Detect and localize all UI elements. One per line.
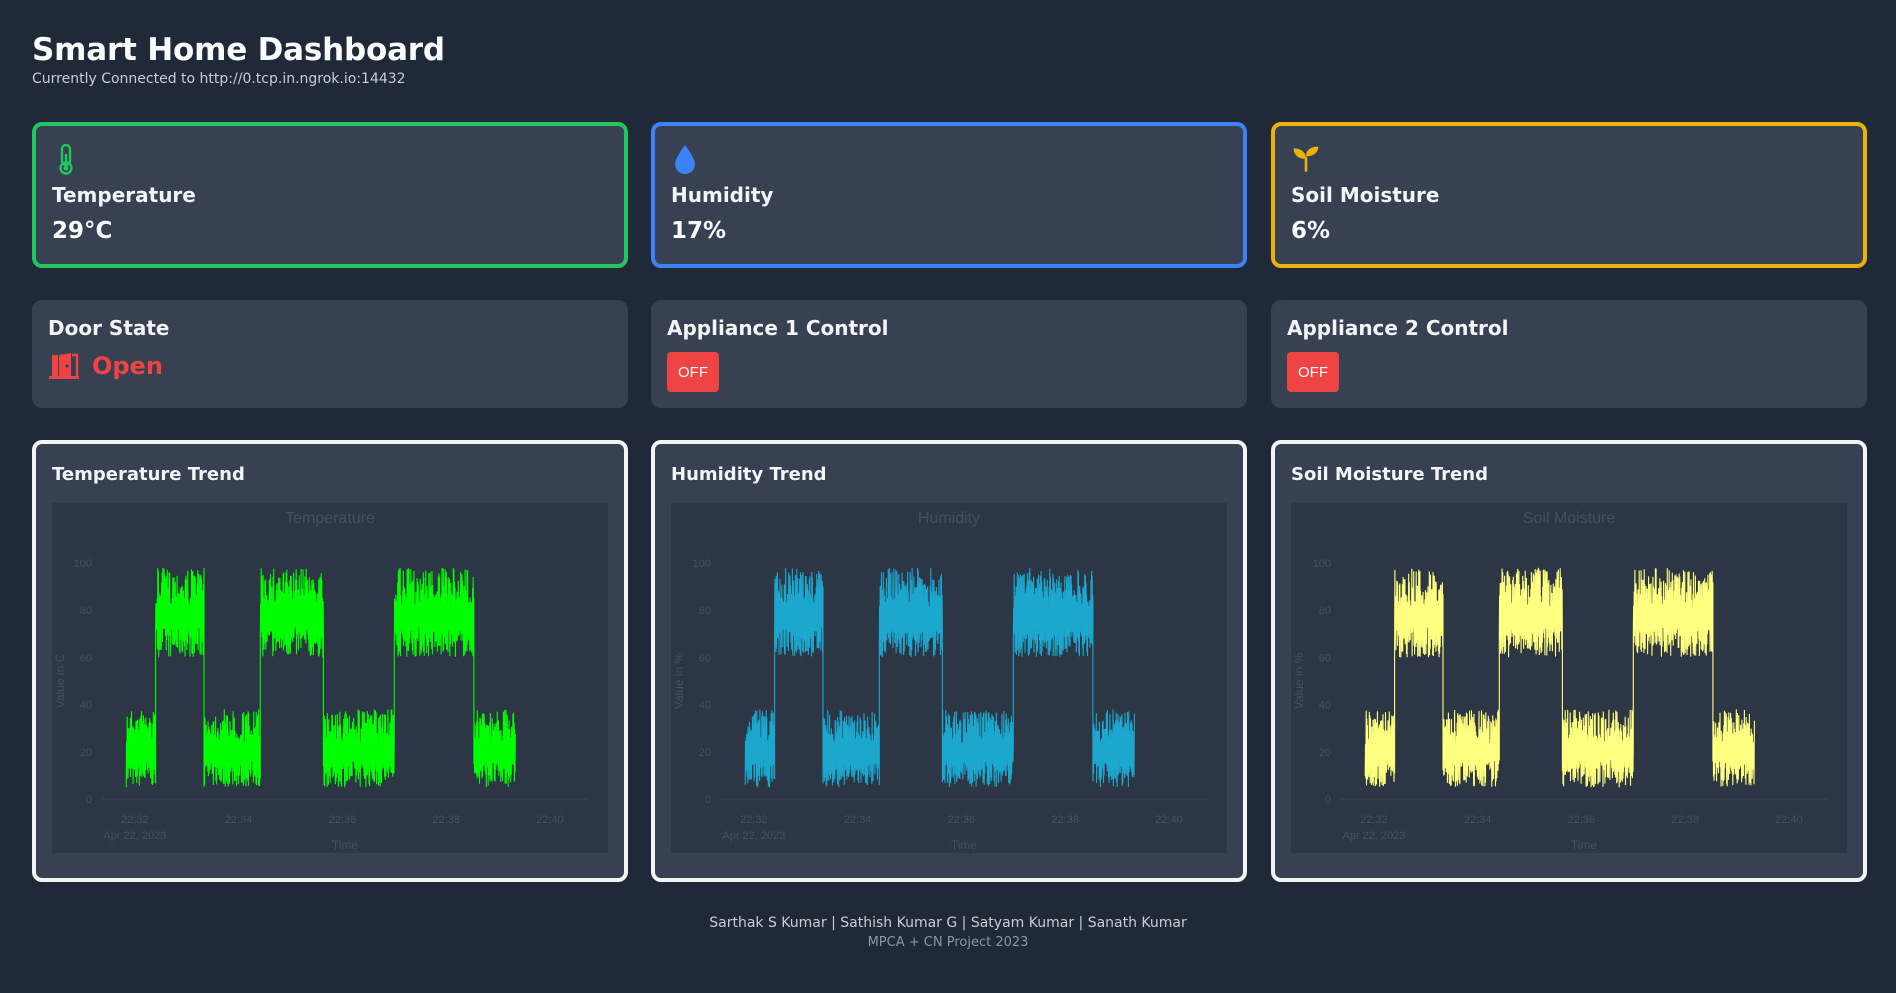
door-state-card: Door State Open [32, 300, 628, 408]
appliance-1-card: Appliance 1 Control OFF [651, 300, 1247, 408]
door-state-value: Open [92, 352, 163, 380]
y-tick-label: 40 [80, 700, 92, 712]
temperature-trend-card: Temperature Trend Temperature 0 20 40 60 80 10… [32, 440, 628, 882]
soil-moisture-value: 6% [1291, 218, 1331, 244]
footer: Sarthak S Kumar | Sathish Kumar G | Saty… [0, 913, 1896, 953]
y-tick-label: 0 [86, 794, 92, 806]
soil-moisture-chart: Soil Moisture 0 20 40 60 80 100 Value in % 22:32… [1292, 510, 1827, 852]
x-tick-label: 22:36 [948, 814, 976, 826]
y-tick-label: 60 [80, 652, 92, 664]
x-axis-label: Time [951, 838, 978, 852]
y-tick-label: 20 [699, 747, 711, 759]
x-tick-label: 22:38 [432, 814, 460, 826]
footer-authors: Sarthak S Kumar | Sathish Kumar G | Saty… [709, 915, 1187, 931]
y-tick-label: 0 [1325, 794, 1331, 806]
door-state-label: Door State [48, 316, 170, 340]
x-tick-label: 22:34 [1464, 814, 1492, 826]
temperature-chart: Temperature 0 20 40 60 80 100 Value in C 22:32 Ap… [53, 510, 588, 852]
humidity-card: Humidity 17% [651, 122, 1247, 268]
x-tick-label: 22:34 [844, 814, 872, 826]
header: Smart Home Dashboard Currently Connected… [32, 30, 445, 88]
appliance-1-label: Appliance 1 Control [667, 316, 889, 340]
x-tick-date: Apr 22, 2023 [103, 830, 166, 842]
x-tick-label: 22:40 [536, 814, 564, 826]
y-tick-label: 80 [80, 605, 92, 617]
series-line [744, 567, 1135, 788]
thermometer-icon [59, 143, 73, 175]
y-axis-label: Value in % [672, 652, 686, 709]
x-tick-label: 22:40 [1775, 814, 1803, 826]
x-tick-label: 22:34 [225, 814, 253, 826]
y-tick-label: 100 [693, 558, 711, 570]
seedling-icon [1293, 146, 1319, 172]
y-tick-label: 100 [1313, 558, 1331, 570]
x-axis-label: Time [332, 838, 359, 852]
y-tick-label: 20 [80, 747, 92, 759]
door-open-icon [49, 353, 79, 379]
temperature-label: Temperature [52, 183, 196, 207]
appliance-1-toggle-button[interactable]: OFF [667, 352, 719, 392]
x-tick-label: 22:38 [1671, 814, 1699, 826]
page-title: Smart Home Dashboard [32, 32, 445, 68]
y-tick-label: 60 [699, 652, 711, 664]
x-tick-label: 22:32 [1360, 814, 1388, 826]
y-tick-label: 20 [1319, 747, 1331, 759]
humidity-trend-label: Humidity Trend [671, 464, 827, 485]
humidity-trend-card: Humidity Trend Humidity 0 20 40 60 80 100 Value… [651, 440, 1247, 882]
chart-title: Humidity [918, 510, 980, 527]
series-line [1364, 567, 1755, 788]
soil-moisture-card: Soil Moisture 6% [1271, 122, 1867, 268]
x-axis-label: Time [1571, 838, 1598, 852]
x-tick-label: 22:36 [329, 814, 357, 826]
temperature-trend-label: Temperature Trend [52, 464, 245, 485]
x-tick-label: 22:32 [740, 814, 768, 826]
appliance-2-card: Appliance 2 Control OFF [1271, 300, 1867, 408]
y-tick-label: 60 [1319, 652, 1331, 664]
footer-project: MPCA + CN Project 2023 [867, 935, 1029, 950]
x-tick-label: 22:36 [1568, 814, 1596, 826]
soil-moisture-label: Soil Moisture [1291, 183, 1440, 207]
humidity-chart: Humidity 0 20 40 60 80 100 Value in % 22:32 Apr 2… [672, 510, 1207, 852]
appliance-2-label: Appliance 2 Control [1287, 316, 1509, 340]
temperature-value: 29°C [52, 218, 113, 244]
droplet-icon [675, 145, 695, 174]
connection-status: Currently Connected to http://0.tcp.in.n… [32, 71, 406, 87]
y-axis-label: Value in % [1292, 652, 1306, 709]
x-tick-label: 22:32 [121, 814, 149, 826]
humidity-value: 17% [671, 218, 727, 244]
appliance-2-toggle-button[interactable]: OFF [1287, 352, 1339, 392]
humidity-label: Humidity [671, 183, 774, 207]
y-tick-label: 40 [1319, 700, 1331, 712]
y-tick-label: 80 [699, 605, 711, 617]
chart-title: Soil Moisture [1523, 510, 1616, 527]
soil-moisture-trend-label: Soil Moisture Trend [1291, 464, 1488, 485]
x-tick-date: Apr 22, 2023 [1342, 830, 1405, 842]
chart-title: Temperature [285, 510, 375, 527]
y-axis-label: Value in C [53, 653, 67, 708]
y-tick-label: 0 [705, 794, 711, 806]
y-tick-label: 100 [74, 558, 92, 570]
series-line [125, 567, 516, 788]
x-tick-label: 22:40 [1155, 814, 1183, 826]
temperature-card: Temperature 29°C [32, 122, 628, 268]
soil-moisture-trend-card: Soil Moisture Trend Soil Moisture 0 20 40 60… [1271, 440, 1867, 882]
y-tick-label: 40 [699, 700, 711, 712]
x-tick-label: 22:38 [1051, 814, 1079, 826]
x-tick-date: Apr 22, 2023 [722, 830, 785, 842]
y-tick-label: 80 [1319, 605, 1331, 617]
